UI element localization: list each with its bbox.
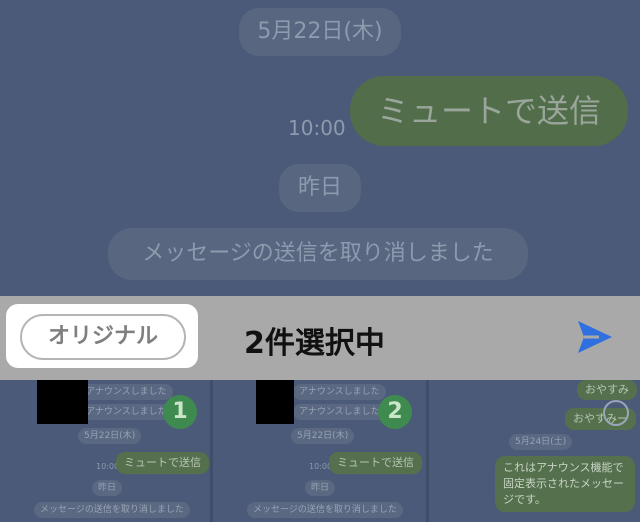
thumb-yesterday: 昨日: [305, 480, 336, 496]
thumb-date: 5月22日(木): [78, 428, 142, 444]
date-separator: 5月22日(木): [239, 8, 401, 56]
thumbnail-3[interactable]: おやすみ おやすみー 5月24日(土) これはアナウンス機能で固定表示されたメッ…: [429, 380, 640, 522]
sent-message-bubble[interactable]: ミュートで送信: [350, 76, 628, 146]
thumb-announce: アナウンスしました: [293, 384, 386, 400]
thumb-message: ミュートで送信: [116, 452, 209, 474]
thumb-unsend: メッセージの送信を取り消しました: [247, 502, 403, 518]
original-highlight: オリジナル: [6, 304, 198, 368]
thumb-message: ミュートで送信: [329, 452, 422, 474]
thumb-yesterday: 昨日: [92, 480, 123, 496]
selection-toolbar: オリジナル 2件選択中: [0, 296, 640, 380]
send-icon[interactable]: [575, 318, 615, 356]
thumb-announce: アナウンスしました: [293, 404, 386, 420]
thumb-announce: アナウンスしました: [80, 404, 173, 420]
thumb-announce: アナウンスしました: [80, 384, 173, 400]
redacted-avatar: [37, 380, 88, 424]
thumbnail-1[interactable]: アナウンスしました アナウンスしました 1 5月22日(木) 10:00 ミュー…: [0, 380, 210, 522]
selection-circle-icon[interactable]: [603, 400, 629, 426]
thumb-date: 5月24日(土): [509, 434, 573, 450]
thumbnail-strip: アナウンスしました アナウンスしました 1 5月22日(木) 10:00 ミュー…: [0, 380, 640, 522]
original-button[interactable]: オリジナル: [20, 314, 186, 360]
message-time: 10:00: [288, 116, 346, 140]
chat-area: 5月22日(木) ミュートで送信 10:00 昨日 メッセージの送信を取り消しま…: [0, 0, 640, 296]
thumb-unsend: メッセージの送信を取り消しました: [34, 502, 190, 518]
pinned-announcement: これはアナウンス機能で固定表示されたメッセージです。: [495, 456, 635, 512]
selection-badge: 2: [378, 395, 412, 429]
yesterday-separator: 昨日: [279, 164, 361, 212]
unsend-notice: メッセージの送信を取り消しました: [108, 228, 528, 280]
selection-badge: 1: [163, 395, 197, 429]
thumb-message: おやすみ: [577, 380, 637, 400]
thumb-date: 5月22日(木): [291, 428, 355, 444]
redacted-avatar: [256, 380, 294, 424]
thumbnail-2[interactable]: アナウンスしました アナウンスしました 2 5月22日(木) 10:00 ミュー…: [213, 380, 426, 522]
selection-count: 2件選択中: [244, 326, 385, 361]
